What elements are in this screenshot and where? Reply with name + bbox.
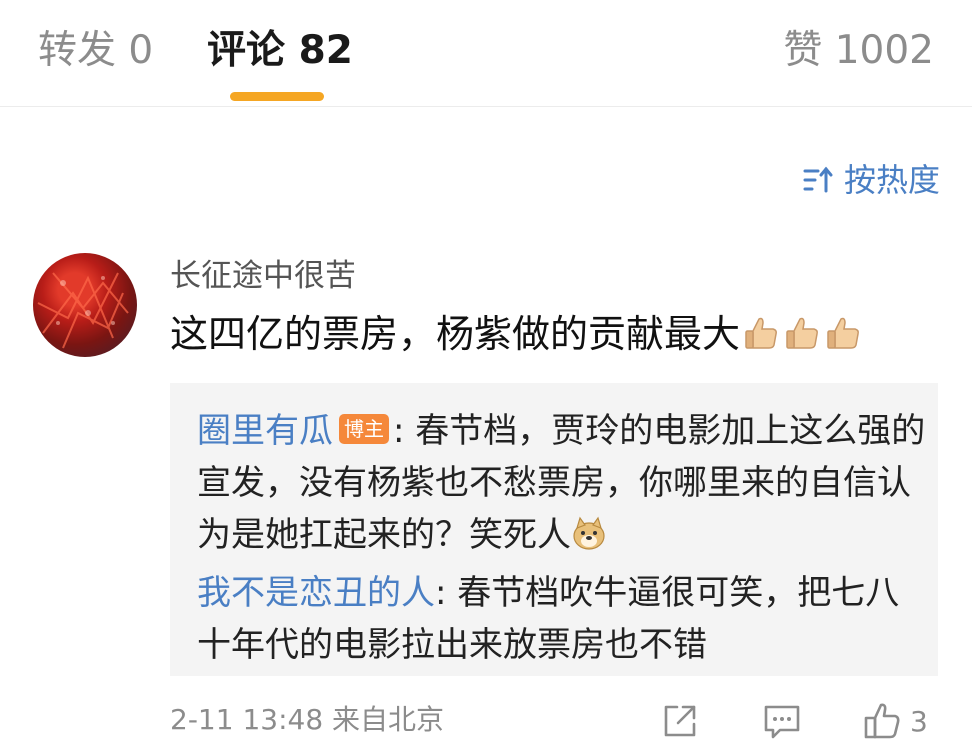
reply-button[interactable] (762, 700, 802, 742)
comment-body: 这四亿的票房，杨紫做的贡献最大 (170, 308, 863, 360)
tab-bar: 转发 0 评论 82 赞 1002 (0, 0, 972, 107)
author-badge: 博主 (339, 414, 389, 444)
share-button[interactable] (661, 700, 699, 742)
sort-label: 按热度 (843, 161, 940, 199)
thumbs-up-emoji (823, 313, 863, 353)
like-icon (864, 703, 900, 739)
comment-username[interactable]: 长征途中很苦 (170, 254, 356, 298)
doge-emoji (571, 515, 607, 551)
tab-likes[interactable]: 赞 1002 (783, 26, 934, 76)
comment-text: 这四亿的票房，杨紫做的贡献最大 (170, 312, 741, 356)
thumbs-up-emoji (782, 313, 822, 353)
thumbs-up-emoji (741, 313, 781, 353)
like-count: 3 (910, 704, 928, 738)
reply-item[interactable]: 圈里有瓜 博主: 春节档，贾玲的电影加上这么强的宣发，没有杨紫也不愁票房，你哪里来… (197, 405, 927, 561)
tab-repost[interactable]: 转发 0 (38, 26, 153, 76)
like-button[interactable]: 3 (862, 700, 928, 742)
tab-comments[interactable]: 评论 82 (207, 26, 353, 76)
reply-box[interactable]: 圈里有瓜 博主: 春节档，贾玲的电影加上这么强的宣发，没有杨紫也不愁票房，你哪里来… (170, 383, 938, 676)
reply-username[interactable]: 圈里有瓜 (197, 411, 333, 451)
share-icon (664, 705, 696, 737)
sort-icon (803, 166, 833, 193)
sort-button[interactable]: 按热度 (802, 158, 940, 202)
comment-meta: 2-11 13:48 来自北京 (170, 703, 445, 736)
avatar[interactable] (33, 253, 137, 357)
reply-username[interactable]: 我不是恋丑的人 (197, 573, 435, 613)
reply-item[interactable]: 我不是恋丑的人: 春节档吹牛逼很可笑，把七八十年代的电影拉出来放票房也不错 (197, 567, 927, 671)
comment-icon (764, 705, 800, 739)
active-tab-indicator (230, 92, 324, 101)
